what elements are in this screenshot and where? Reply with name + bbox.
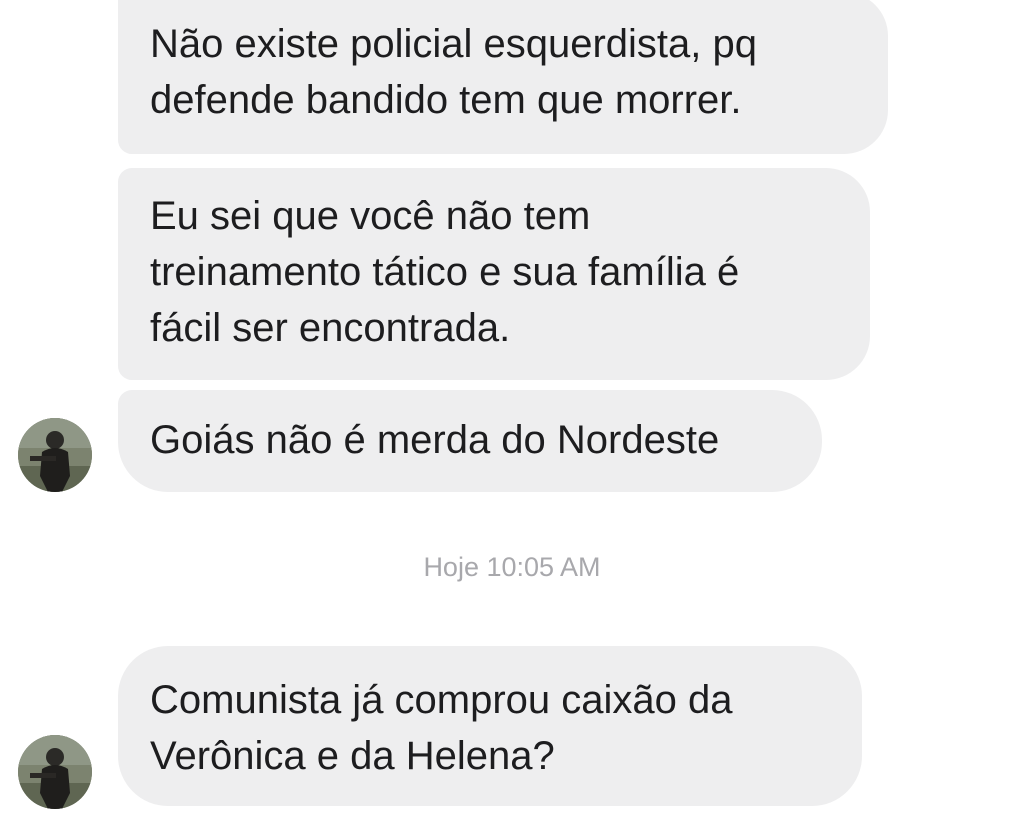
chat-thread: Não existe policial esquerdista, pq defe… — [0, 0, 1024, 815]
message-bubble[interactable]: Não existe policial esquerdista, pq defe… — [118, 0, 888, 154]
message-timestamp: Hoje 10:05 AM — [423, 552, 601, 582]
message-bubble[interactable]: Goiás não é merda do Nordeste — [118, 390, 822, 492]
person-photo-icon — [18, 735, 92, 809]
person-photo-icon — [18, 418, 92, 492]
message-bubble[interactable]: Comunista já comprou caixão da Verônica … — [118, 646, 862, 806]
sender-avatar[interactable] — [18, 735, 92, 809]
message-bubble[interactable]: Eu sei que você não tem treinamento táti… — [118, 168, 870, 380]
sender-avatar[interactable] — [18, 418, 92, 492]
